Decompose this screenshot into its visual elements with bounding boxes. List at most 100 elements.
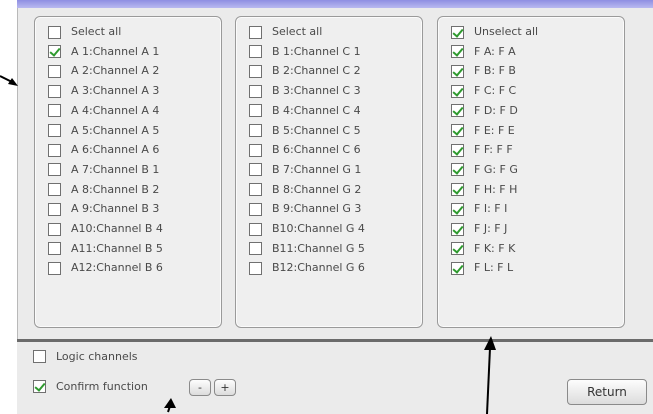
column-b-channel-7-row[interactable]: B 7:Channel G 1 (249, 162, 361, 178)
column-b-channel-8-row[interactable]: B 8:Channel G 2 (249, 182, 361, 198)
column-a-channel-6-checkbox[interactable] (48, 143, 61, 157)
column-a-channel-7-row[interactable]: A 7:Channel B 1 (48, 162, 159, 178)
column-a-channel-3-checkbox[interactable] (48, 84, 61, 98)
column-b-channel-7-checkbox[interactable] (249, 163, 262, 177)
column-f-channel-8-row[interactable]: F H: F H (451, 182, 517, 198)
column-b-channel-2-row[interactable]: B 2:Channel C 2 (249, 63, 361, 79)
column-a-channel-4-row[interactable]: A 4:Channel A 4 (48, 103, 159, 119)
channel-column-a: Select all A 1:Channel A 1 A 2:Channel A 2… (34, 16, 222, 328)
column-a-channel-2-checkbox[interactable] (48, 64, 61, 78)
column-a-channel-9-checkbox[interactable] (48, 202, 61, 216)
column-f-channel-3-row[interactable]: F C: F C (451, 83, 516, 99)
confirm-function-option[interactable]: Confirm function (33, 380, 148, 393)
column-b-channel-4-checkbox[interactable] (249, 104, 262, 118)
column-f-channel-2-checkbox[interactable] (451, 64, 464, 78)
column-a-channel-1-label: A 1:Channel A 1 (71, 44, 160, 58)
column-a-channel-3-label: A 3:Channel A 3 (71, 84, 160, 98)
column-a-channel-5-checkbox[interactable] (48, 124, 61, 137)
column-a-channel-11-checkbox[interactable] (48, 242, 61, 256)
column-a-select-toggle-checkbox[interactable] (48, 25, 61, 39)
column-a-channel-11-row[interactable]: A11:Channel B 5 (48, 241, 163, 257)
column-a-channel-12-row[interactable]: A12:Channel B 6 (48, 260, 163, 276)
column-b-channel-10-checkbox[interactable] (249, 222, 262, 236)
column-a-channel-2-row[interactable]: A 2:Channel A 2 (48, 63, 159, 79)
column-b-channel-11-row[interactable]: B11:Channel G 5 (249, 241, 365, 257)
column-b-channel-12-row[interactable]: B12:Channel G 6 (249, 260, 365, 276)
column-b-channel-1-checkbox[interactable] (249, 45, 262, 59)
column-b-channel-6-checkbox[interactable] (249, 143, 262, 157)
column-f-channel-2-row[interactable]: F B: F B (451, 63, 516, 79)
column-a-select-toggle-row[interactable]: Select all (48, 24, 121, 40)
column-b-channel-5-row[interactable]: B 5:Channel C 5 (249, 123, 361, 139)
logic-channels-checkbox[interactable] (33, 350, 46, 363)
column-f-channel-4-checkbox[interactable] (451, 104, 464, 118)
column-a-channel-1-row[interactable]: A 1:Channel A 1 (48, 44, 159, 60)
column-a-channel-1-checkbox[interactable] (48, 45, 61, 59)
column-b-channel-10-label: B10:Channel G 4 (272, 222, 365, 235)
column-a-channel-8-label: A 8:Channel B 2 (71, 182, 160, 196)
column-a-channel-10-row[interactable]: A10:Channel B 4 (48, 221, 163, 237)
column-b-channel-11-checkbox[interactable] (249, 242, 262, 256)
column-a-channel-2-label: A 2:Channel A 2 (71, 64, 160, 78)
column-f-channel-4-row[interactable]: F D: F D (451, 103, 518, 119)
up-arrow-icon (484, 336, 496, 414)
column-b-channel-9-row[interactable]: B 9:Channel G 3 (249, 201, 361, 217)
column-a-channel-5-row[interactable]: A 5:Channel A 5 (48, 123, 159, 139)
column-b-channel-9-checkbox[interactable] (249, 202, 262, 216)
decrement-button[interactable]: - (189, 379, 211, 396)
column-f-channel-12-row[interactable]: F L: F L (451, 260, 513, 276)
column-a-channel-8-checkbox[interactable] (48, 183, 61, 197)
column-a-channel-6-row[interactable]: A 6:Channel A 6 (48, 142, 159, 158)
column-f-channel-9-row[interactable]: F I: F I (451, 201, 507, 217)
column-f-select-toggle-row[interactable]: Unselect all (451, 24, 538, 40)
column-f-channel-11-checkbox[interactable] (451, 242, 464, 256)
column-f-channel-11-row[interactable]: F K: F K (451, 241, 515, 257)
column-f-channel-10-row[interactable]: F J: F J (451, 221, 507, 237)
column-f-channel-6-label: F F: F F (474, 143, 513, 157)
column-f-channel-5-row[interactable]: F E: F E (451, 123, 515, 139)
column-a-channel-7-checkbox[interactable] (48, 163, 61, 177)
column-f-channel-12-label: F L: F L (474, 261, 514, 275)
column-f-channel-6-row[interactable]: F F: F F (451, 142, 513, 158)
column-f-channel-9-checkbox[interactable] (451, 202, 464, 216)
column-b-select-toggle-label: Select all (272, 25, 323, 38)
column-b-channel-7-label: B 7:Channel G 1 (272, 162, 362, 176)
increment-button[interactable]: + (214, 379, 236, 396)
column-f-channel-1-checkbox[interactable] (451, 45, 464, 59)
column-a-channel-3-row[interactable]: A 3:Channel A 3 (48, 83, 159, 99)
column-b-channel-10-row[interactable]: B10:Channel G 4 (249, 221, 365, 237)
column-b-channel-6-row[interactable]: B 6:Channel C 6 (249, 142, 361, 158)
column-b-channel-1-row[interactable]: B 1:Channel C 1 (249, 44, 361, 60)
confirm-function-checkbox[interactable] (33, 380, 46, 393)
column-a-channel-10-checkbox[interactable] (48, 222, 61, 236)
column-f-channel-6-checkbox[interactable] (451, 143, 464, 157)
logic-channels-label: Logic channels (56, 350, 138, 363)
column-a-channel-8-row[interactable]: A 8:Channel B 2 (48, 182, 159, 198)
column-f-channel-12-checkbox[interactable] (451, 261, 464, 275)
column-b-channel-3-row[interactable]: B 3:Channel C 3 (249, 83, 361, 99)
logic-channels-option[interactable]: Logic channels (33, 350, 138, 363)
column-b-channel-4-row[interactable]: B 4:Channel C 4 (249, 103, 361, 119)
column-b-channel-4-label: B 4:Channel C 4 (272, 103, 361, 117)
column-f-channel-3-checkbox[interactable] (451, 84, 464, 98)
column-b-channel-8-checkbox[interactable] (249, 183, 262, 197)
column-f-channel-1-row[interactable]: F A: F A (451, 44, 516, 60)
column-b-select-toggle-row[interactable]: Select all (249, 24, 322, 40)
column-f-channel-7-checkbox[interactable] (451, 163, 464, 177)
column-f-channel-10-checkbox[interactable] (451, 222, 464, 236)
column-a-channel-12-checkbox[interactable] (48, 261, 61, 275)
column-f-select-toggle-checkbox[interactable] (451, 25, 464, 39)
column-a-channel-9-row[interactable]: A 9:Channel B 3 (48, 201, 159, 217)
column-f-channel-4-label: F D: F D (474, 103, 518, 117)
column-b-channel-3-checkbox[interactable] (249, 84, 262, 98)
column-b-select-toggle-checkbox[interactable] (249, 25, 262, 39)
return-button[interactable]: Return (567, 379, 647, 405)
column-b-channel-5-label: B 5:Channel C 5 (272, 123, 361, 137)
column-b-channel-12-checkbox[interactable] (249, 261, 262, 275)
column-f-channel-7-row[interactable]: F G: F G (451, 162, 518, 178)
column-b-channel-2-checkbox[interactable] (249, 64, 262, 78)
column-f-channel-5-checkbox[interactable] (451, 124, 464, 137)
column-f-channel-8-checkbox[interactable] (451, 183, 464, 197)
column-a-channel-4-checkbox[interactable] (48, 104, 61, 118)
column-b-channel-5-checkbox[interactable] (249, 124, 262, 137)
